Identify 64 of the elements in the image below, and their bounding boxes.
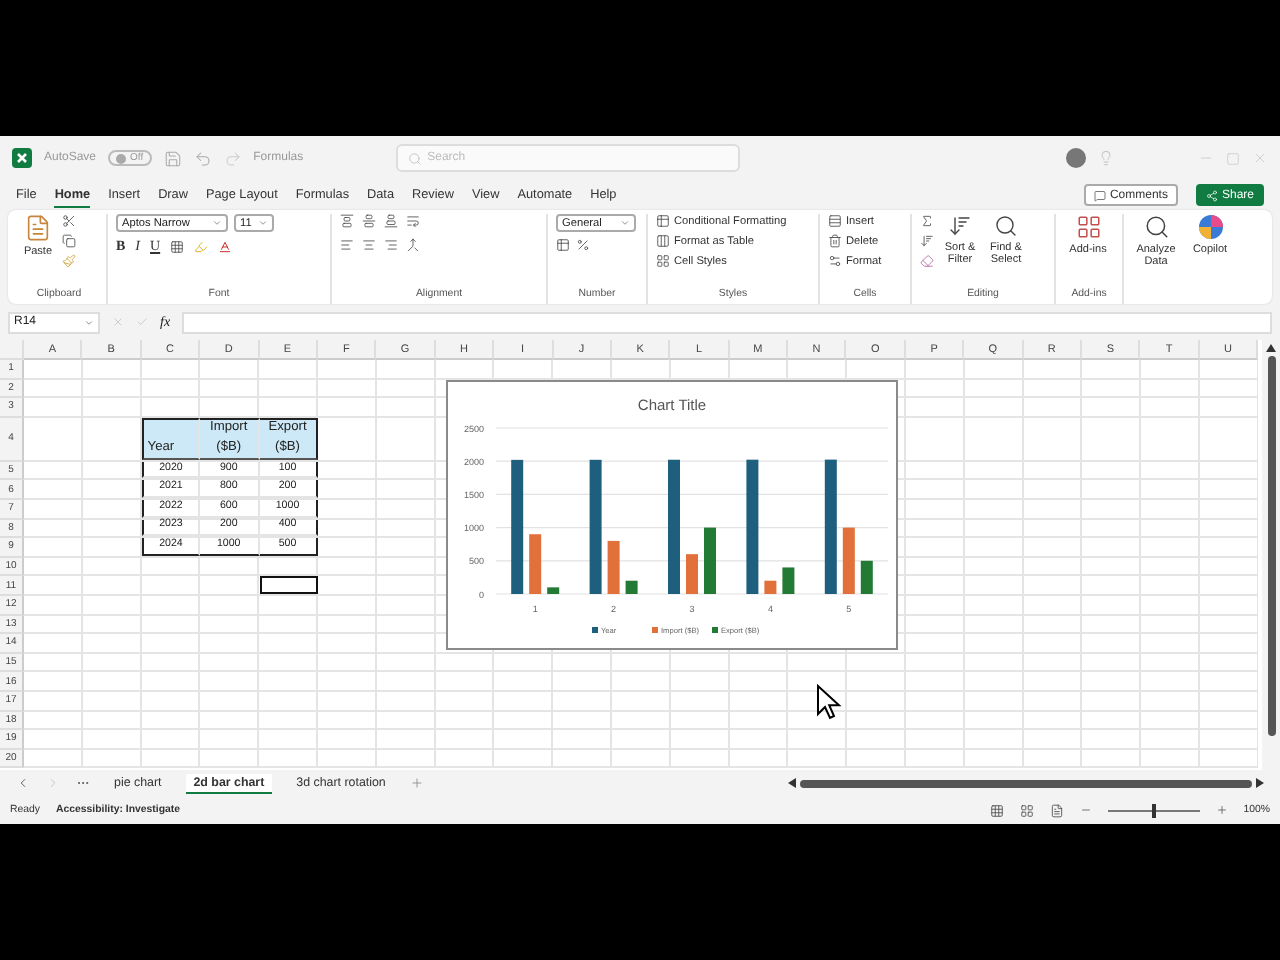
normal-view-icon[interactable] [989, 803, 1004, 817]
bar [668, 459, 680, 594]
scroll-left-icon[interactable] [788, 778, 796, 788]
bar [607, 540, 620, 594]
merge-icon[interactable] [406, 238, 420, 252]
bar [511, 459, 524, 594]
sum-icon[interactable] [920, 214, 934, 228]
search-icon[interactable] [1143, 214, 1169, 240]
font-color-icon[interactable] [218, 239, 233, 253]
align-middle-icon[interactable] [362, 214, 376, 228]
bar [824, 459, 837, 594]
bar [860, 560, 873, 594]
percent-icon[interactable] [576, 238, 590, 252]
horizontal-scrollbar[interactable] [788, 776, 1264, 790]
fill-color-icon[interactable] [194, 239, 209, 253]
scroll-right-icon[interactable] [1256, 778, 1264, 788]
bar [625, 580, 638, 594]
eraser-icon[interactable] [920, 254, 934, 268]
cells-icon[interactable] [828, 234, 842, 248]
bar [589, 459, 602, 594]
chevron-down-icon[interactable] [258, 218, 268, 228]
bar [686, 554, 698, 594]
copilot-icon[interactable] [1197, 214, 1223, 240]
vertical-scrollbar[interactable] [1262, 340, 1280, 770]
share-icon[interactable] [1205, 189, 1218, 201]
align-left-icon[interactable] [340, 238, 354, 252]
scroll-up-icon[interactable] [1266, 344, 1276, 352]
chevron-down-icon[interactable] [212, 218, 222, 228]
table-icon[interactable] [656, 254, 670, 268]
borders-icon[interactable] [170, 239, 185, 253]
table-icon[interactable] [656, 234, 670, 248]
cut-icon[interactable] [62, 214, 76, 228]
align-top-icon[interactable] [340, 214, 354, 228]
sort-icon[interactable] [948, 214, 972, 238]
app-logo-icon[interactable] [12, 148, 32, 168]
comment-icon[interactable] [1093, 189, 1106, 201]
chevron-down-icon[interactable] [84, 317, 94, 327]
page-break-icon[interactable] [1049, 803, 1064, 817]
grid-icon[interactable] [1075, 214, 1101, 240]
bar [842, 527, 855, 594]
copy-icon[interactable] [62, 234, 76, 248]
align-center-icon[interactable] [362, 238, 376, 252]
bar [764, 580, 777, 594]
bar [529, 534, 542, 594]
table-icon[interactable] [656, 214, 670, 228]
cells-icon[interactable] [828, 254, 842, 268]
search-icon[interactable] [994, 214, 1018, 238]
align-right-icon[interactable] [384, 238, 398, 252]
align-bottom-icon[interactable] [384, 214, 398, 228]
active-cell[interactable] [259, 576, 318, 594]
mouse-cursor-icon [816, 684, 842, 720]
bar [704, 527, 716, 594]
previous-sheet-icon[interactable] [16, 776, 30, 790]
chevron-down-icon[interactable] [620, 218, 630, 228]
bar [746, 459, 759, 594]
page-layout-icon[interactable] [1019, 803, 1034, 817]
bar [547, 587, 560, 594]
formula-input[interactable] [182, 311, 1272, 333]
wrap-text-icon[interactable] [406, 214, 420, 228]
bar [782, 567, 795, 594]
clipboard-icon[interactable] [24, 214, 52, 242]
avatar[interactable] [1066, 148, 1086, 168]
zoom-in-icon[interactable] [1215, 804, 1228, 816]
cells-icon[interactable] [828, 214, 842, 228]
